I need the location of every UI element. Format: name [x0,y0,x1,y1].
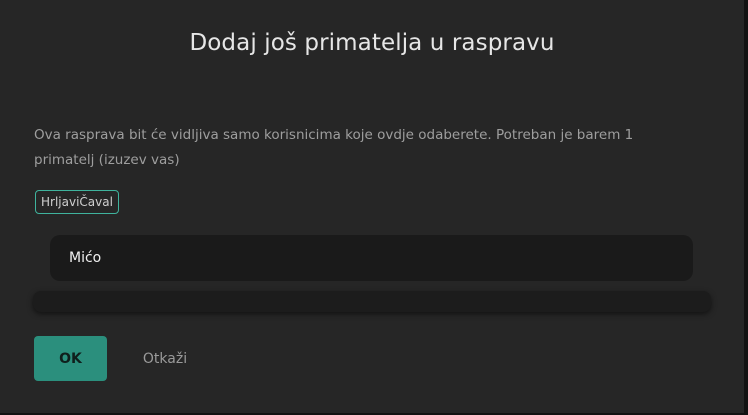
suggestions-dropdown[interactable] [33,291,711,312]
add-recipients-dialog: Dodaj još primatelja u raspravu Ova rasp… [0,0,744,413]
cancel-button[interactable]: Otkaži [131,336,199,381]
ok-button[interactable]: OK [34,336,107,381]
search-field-container [50,235,693,281]
backdrop-edge-right [744,0,748,415]
recipient-search-input[interactable] [50,235,693,281]
dialog-description: Ova rasprava bit će vidljiva samo korisn… [34,127,634,168]
recipient-chip[interactable]: HrljaviČaval [35,190,119,214]
dialog-title: Dodaj još primatelja u raspravu [189,30,555,56]
